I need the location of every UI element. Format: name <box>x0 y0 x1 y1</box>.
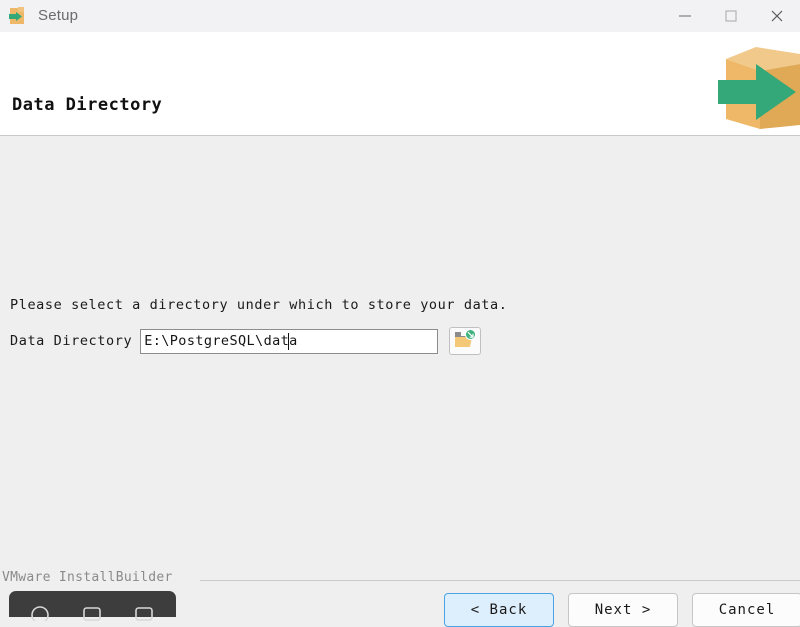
back-button[interactable]: < Back <box>444 593 554 627</box>
dock-icon-window[interactable] <box>81 603 103 621</box>
close-button[interactable] <box>754 0 800 31</box>
data-directory-field-row: Data Directory <box>10 327 482 355</box>
dock-icon-browser[interactable] <box>29 603 51 624</box>
title-bar: Setup <box>0 0 800 32</box>
text-caret <box>288 332 290 350</box>
data-directory-label: Data Directory <box>10 333 133 349</box>
instruction-text: Please select a directory under which to… <box>10 297 508 313</box>
maximize-button[interactable] <box>708 0 754 31</box>
setup-window: Setup Data Directory Please select a dir… <box>0 0 800 627</box>
data-directory-input-wrapper[interactable] <box>140 328 439 354</box>
page-title: Data Directory <box>12 95 163 115</box>
window-controls <box>662 0 800 31</box>
dock-icon-files[interactable] <box>133 603 155 621</box>
window-title: Setup <box>38 7 79 24</box>
brand-label: VMware InstallBuilder <box>2 570 173 585</box>
data-directory-input[interactable] <box>141 329 438 353</box>
dialog-body: Please select a directory under which to… <box>0 136 800 627</box>
open-box-green-arrow-icon <box>704 37 800 136</box>
page-header: Data Directory <box>0 32 800 136</box>
footer-divider <box>200 580 800 581</box>
next-button[interactable]: Next > <box>568 593 678 627</box>
browse-folder-button[interactable] <box>449 327 482 355</box>
minimize-button[interactable] <box>662 0 708 31</box>
folder-browse-icon <box>454 328 477 354</box>
dialog-footer: VMware InstallBuilder < Back Next > Canc… <box>0 569 800 627</box>
installer-box-icon <box>6 5 28 27</box>
os-taskbar-dock[interactable] <box>9 591 176 624</box>
cancel-button[interactable]: Cancel <box>692 593 800 627</box>
